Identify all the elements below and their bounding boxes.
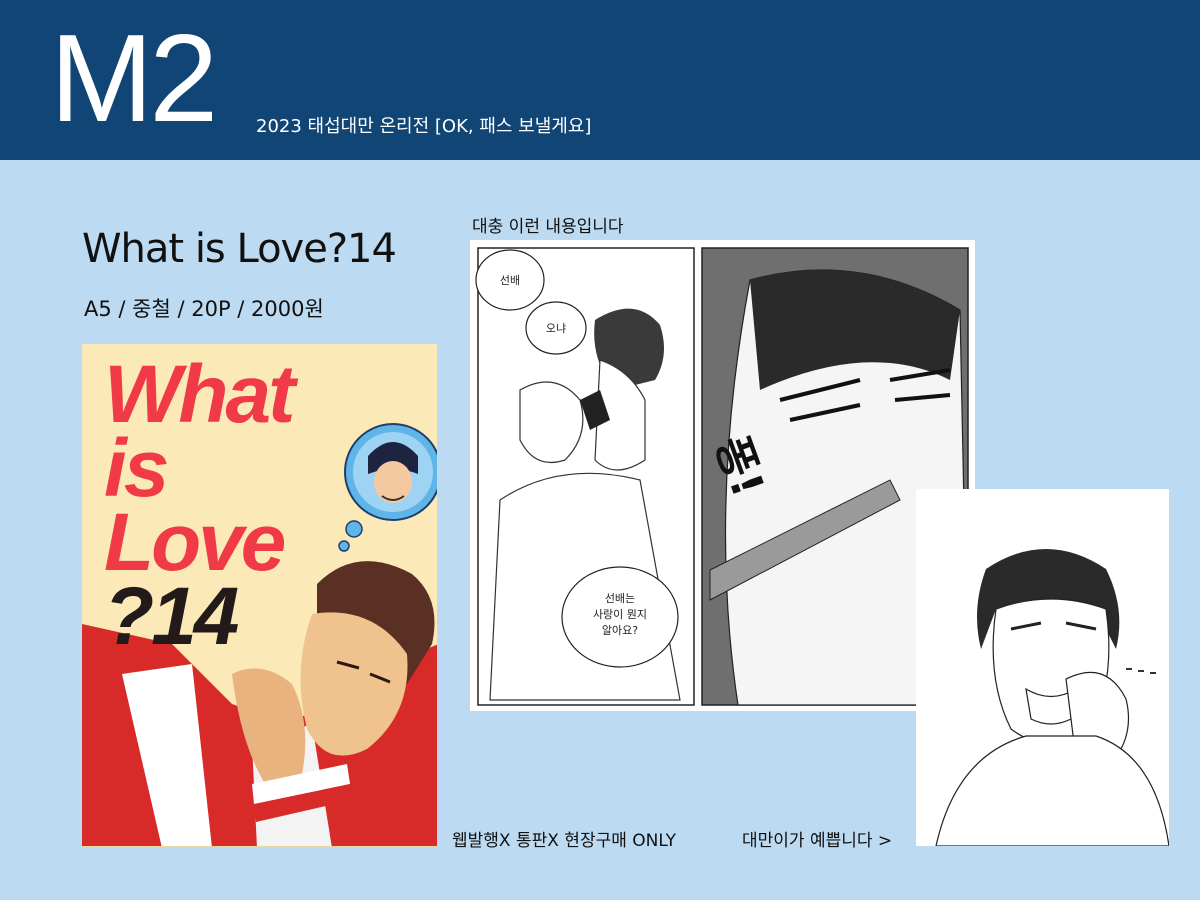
sale-notice: 웹발행X 통판X 현장구매 ONLY: [452, 831, 676, 851]
sample-character-panel: [916, 489, 1169, 846]
bubble-text: 사랑이 뭔지: [593, 608, 647, 621]
book-title: What is Love?14: [82, 226, 397, 272]
event-name: 2023 태섭대만 온리전 [OK, 패스 보낼게요]: [256, 116, 592, 137]
cover-title-line: Love: [104, 497, 286, 588]
header-banner: M2 2023 태섭대만 온리전 [OK, 패스 보낼게요]: [0, 0, 1200, 160]
sample-manga-page: 선배 오냐 선배는 사랑이 뭔지 알아요? 퐁!: [470, 240, 975, 711]
cover-title-number: ?14: [104, 571, 239, 662]
sample-caption: 대충 이런 내용입니다: [472, 217, 624, 237]
bubble-text: 선배는: [605, 592, 635, 605]
booth-number: M2: [50, 10, 218, 148]
character-drawing: [935, 549, 1169, 846]
bubble-text: 알아요?: [602, 623, 638, 637]
book-cover: What is Love ?14: [81, 343, 438, 847]
manga-panels: 선배 오냐 선배는 사랑이 뭔지 알아요? 퐁!: [475, 247, 969, 706]
bubble-text: 선배: [500, 274, 520, 287]
cover-title-line: is: [104, 423, 169, 514]
cute-note: 대만이가 예쁩니다 >: [742, 831, 893, 851]
cover-title-line: What: [104, 349, 295, 440]
bubble-text: 오냐: [546, 322, 566, 335]
cover-title: What is Love ?14: [104, 349, 295, 662]
book-specs: A5 / 중철 / 20P / 2000원: [84, 297, 324, 321]
